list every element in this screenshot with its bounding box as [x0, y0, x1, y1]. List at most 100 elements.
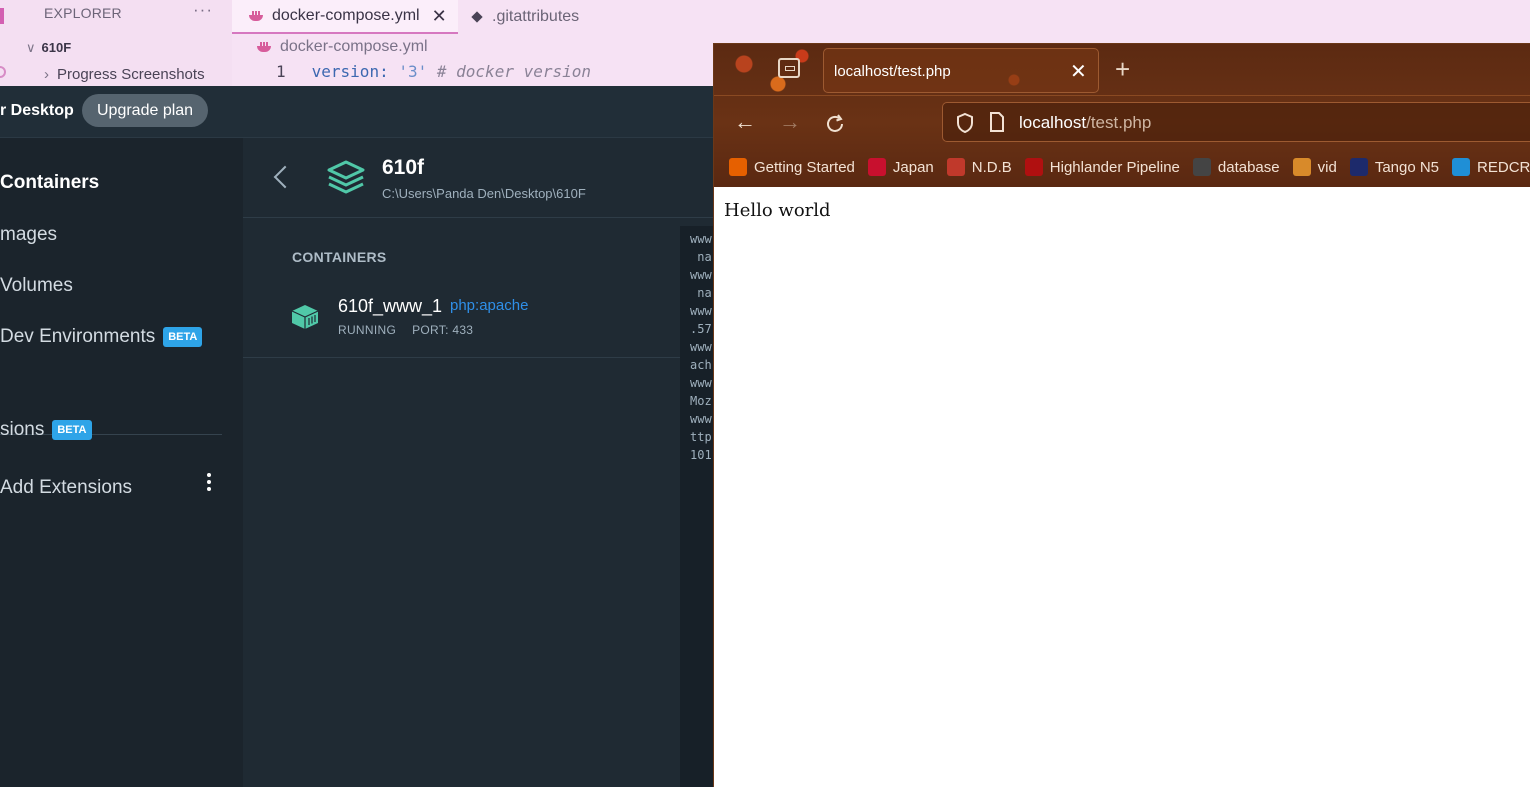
browser-chrome: localhost/test.php ✕ + ← → localhost/tes… [714, 44, 1530, 187]
tab-label: .gitattributes [492, 8, 580, 25]
container-image-link[interactable]: php:apache [450, 297, 528, 314]
page-icon[interactable] [989, 112, 1005, 132]
folder-progress-screenshots[interactable]: › Progress Screenshots [44, 66, 205, 83]
bookmark-item[interactable]: Getting Started [729, 158, 855, 176]
log-line: ach [690, 358, 712, 372]
tab-bar: localhost/test.php ✕ + [714, 44, 1530, 96]
project-title: 610f [382, 156, 425, 179]
breadcrumb[interactable]: docker-compose.yml [256, 38, 428, 56]
bookmark-label: Getting Started [754, 158, 855, 176]
back-arrow-icon[interactable]: ← [734, 109, 756, 135]
docker-sidebar: Containers mages Volumes Dev Environment… [0, 138, 243, 787]
log-line: ttp [690, 430, 712, 444]
container-icon [291, 305, 319, 329]
close-tab-icon[interactable]: ✕ [432, 6, 447, 27]
bookmark-label: REDCR [1477, 158, 1530, 176]
log-line: www [690, 340, 712, 354]
compose-stack-icon [327, 160, 365, 194]
tab-title: localhost/test.php [834, 63, 951, 80]
bookmark-label: vid [1317, 158, 1337, 176]
folder-610f[interactable]: ∨ 610F [26, 40, 71, 56]
log-line: na [690, 250, 712, 264]
chevron-down-icon: ∨ [26, 40, 36, 55]
bookmark-item[interactable]: vid [1292, 158, 1337, 176]
status-badge: RUNNING [338, 323, 397, 337]
url-host: localhost [1019, 113, 1087, 132]
tab-localhost[interactable]: localhost/test.php ✕ [823, 48, 1099, 93]
docker-file-icon [248, 10, 264, 22]
docker-file-icon [256, 41, 272, 53]
url-bar[interactable]: localhost/test.php [942, 102, 1530, 142]
bookmark-item[interactable]: Tango N5 [1349, 158, 1440, 176]
bookmark-favicon-icon [946, 158, 965, 176]
bookmark-favicon-icon [729, 158, 747, 176]
code-line[interactable]: 1 version: '3' # docker version [276, 62, 591, 81]
forward-arrow-icon[interactable]: → [779, 109, 801, 135]
sidebar-item-add-extensions[interactable]: Add Extensions [0, 477, 132, 499]
log-line: www [690, 376, 712, 390]
activity-indicator [0, 8, 4, 24]
subfolder-label: Progress Screenshots [57, 66, 205, 83]
sidebar-item-volumes[interactable]: Volumes [0, 275, 73, 297]
app-title: r Desktop [0, 102, 74, 119]
sidebar-item-dev-environments[interactable]: Dev Environments BETA [0, 326, 203, 348]
log-line: www [690, 232, 712, 246]
project-header: 610f C:\Users\Panda Den\Desktop\610F [243, 138, 714, 218]
new-tab-icon[interactable]: + [1115, 54, 1130, 85]
tab-label: docker-compose.yml [272, 7, 420, 24]
tab-docker-compose[interactable]: docker-compose.yml ✕ [232, 0, 458, 34]
firefox-window: localhost/test.php ✕ + ← → localhost/tes… [713, 43, 1530, 787]
sidebar-item-containers[interactable]: Containers [0, 172, 99, 194]
breadcrumb-label: docker-compose.yml [280, 38, 428, 55]
bookmark-label: N.D.B [971, 158, 1012, 176]
page-content: Hello world [714, 187, 1530, 787]
sidebar-item-extensions[interactable]: sions BETA [0, 419, 92, 441]
log-line: 101 [690, 448, 712, 462]
tab-gitattributes[interactable]: .gitattributes [470, 0, 579, 34]
explorer-more-icon[interactable]: ··· [193, 0, 213, 20]
explorer-panel: EXPLORER ··· ∨ 610F › Progress Screenshots [0, 0, 232, 86]
url-text: localhost/test.php [1019, 113, 1151, 133]
docker-header: r Desktop Upgrade plan [0, 86, 714, 138]
tab-overview-icon[interactable] [778, 58, 800, 78]
bookmark-label: Tango N5 [1374, 158, 1440, 176]
explorer-title: EXPLORER [44, 5, 122, 21]
bookmarks-toolbar: Getting Started Japan N.D.B Highlander Pipe… [714, 147, 1530, 187]
sidebar-item-label: sions [0, 419, 45, 440]
docker-main-panel: 610f C:\Users\Panda Den\Desktop\610F CON… [243, 138, 714, 787]
extensions-more-icon[interactable] [205, 473, 213, 493]
log-line: www [690, 268, 712, 282]
bookmark-item[interactable]: REDCR [1452, 158, 1530, 176]
sidebar-item-label: Dev Environments [0, 326, 156, 347]
bookmark-label: database [1217, 158, 1280, 176]
back-arrow-icon[interactable] [273, 164, 289, 190]
containers-section-label: CONTAINERS [292, 249, 387, 265]
status-dot-icon [0, 66, 6, 78]
log-line: www [690, 304, 712, 318]
bookmark-item[interactable]: database [1192, 158, 1280, 176]
bookmark-favicon-icon [1024, 158, 1043, 176]
container-logs[interactable]: www na www na www .57 www ach www Moz www ttp 101 [680, 226, 714, 787]
beta-badge: BETA [163, 326, 203, 347]
container-row[interactable]: 610f_www_1 php:apache RUNNING PORT: 433 [243, 280, 680, 358]
folder-label: 610F [41, 40, 72, 55]
page-text: Hello world [724, 200, 831, 221]
line-number: 1 [276, 62, 286, 81]
url-path: /test.php [1086, 113, 1152, 132]
docker-desktop-window: r Desktop Upgrade plan Containers mages … [0, 86, 714, 787]
reload-icon[interactable] [824, 113, 846, 135]
shield-icon[interactable] [955, 112, 975, 134]
bookmark-label: Highlander Pipeline [1049, 158, 1180, 176]
bookmark-item[interactable]: Highlander Pipeline [1024, 158, 1180, 176]
bookmark-item[interactable]: N.D.B [946, 158, 1012, 176]
bookmark-favicon-icon [1192, 158, 1211, 176]
upgrade-plan-button[interactable]: Upgrade plan [82, 94, 209, 127]
close-tab-icon[interactable]: ✕ [1070, 59, 1087, 84]
port-label: PORT: 433 [412, 323, 474, 337]
code-key: version: [311, 62, 389, 81]
log-line: Moz [690, 394, 712, 408]
bookmark-item[interactable]: Japan [867, 158, 934, 176]
navigation-bar: ← → localhost/test.php [714, 97, 1530, 145]
container-name[interactable]: 610f_www_1 [338, 296, 442, 317]
sidebar-item-images[interactable]: mages [0, 224, 57, 246]
